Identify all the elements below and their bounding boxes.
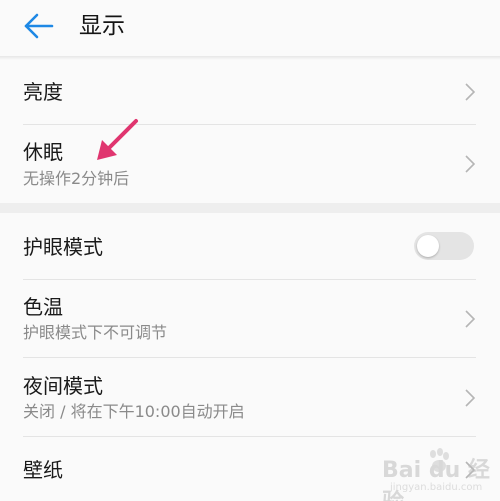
chevron-right-icon (465, 389, 476, 407)
annotation-arrow-icon (97, 119, 138, 160)
color-temperature-row[interactable]: 色温 护眼模式下不可调节 (0, 280, 500, 357)
section-separator (0, 203, 500, 213)
wallpaper-label: 壁纸 (23, 458, 63, 482)
night-mode-label: 夜间模式 (23, 374, 103, 398)
chevron-right-icon (465, 83, 476, 101)
app-bar: 显示 (0, 0, 500, 56)
watermark-url: jingyan.baidu.com (390, 482, 483, 493)
night-mode-row[interactable]: 夜间模式 关闭 / 将在下午10:00自动开启 (0, 358, 500, 436)
page-title: 显示 (79, 13, 125, 39)
back-arrow-icon[interactable] (22, 10, 58, 42)
toggle-knob (417, 235, 439, 257)
color-temperature-label: 色温 (23, 295, 63, 319)
brightness-label: 亮度 (23, 80, 63, 104)
brightness-row[interactable]: 亮度 (0, 60, 500, 124)
watermark-brand: Bai du 经验 (382, 458, 490, 501)
sleep-row[interactable]: 休眠 无操作2分钟后 (0, 125, 500, 203)
display-settings-screen: 显示 亮度 休眠 无操作2分钟后 护眼模式 色温 护眼模式下不可调节 夜间模式 … (0, 0, 500, 501)
sleep-value: 无操作2分钟后 (23, 169, 130, 188)
eye-comfort-toggle[interactable] (414, 232, 474, 260)
eye-comfort-row[interactable]: 护眼模式 (0, 213, 500, 279)
night-mode-status: 关闭 / 将在下午10:00自动开启 (23, 402, 245, 421)
sleep-label: 休眠 (23, 140, 63, 164)
color-temperature-note: 护眼模式下不可调节 (23, 323, 168, 342)
baidu-watermark: Bai du 经验 jingyan.baidu.com (382, 448, 498, 501)
chevron-right-icon (465, 310, 476, 328)
chevron-right-icon (465, 155, 476, 173)
eye-comfort-label: 护眼模式 (23, 235, 103, 259)
